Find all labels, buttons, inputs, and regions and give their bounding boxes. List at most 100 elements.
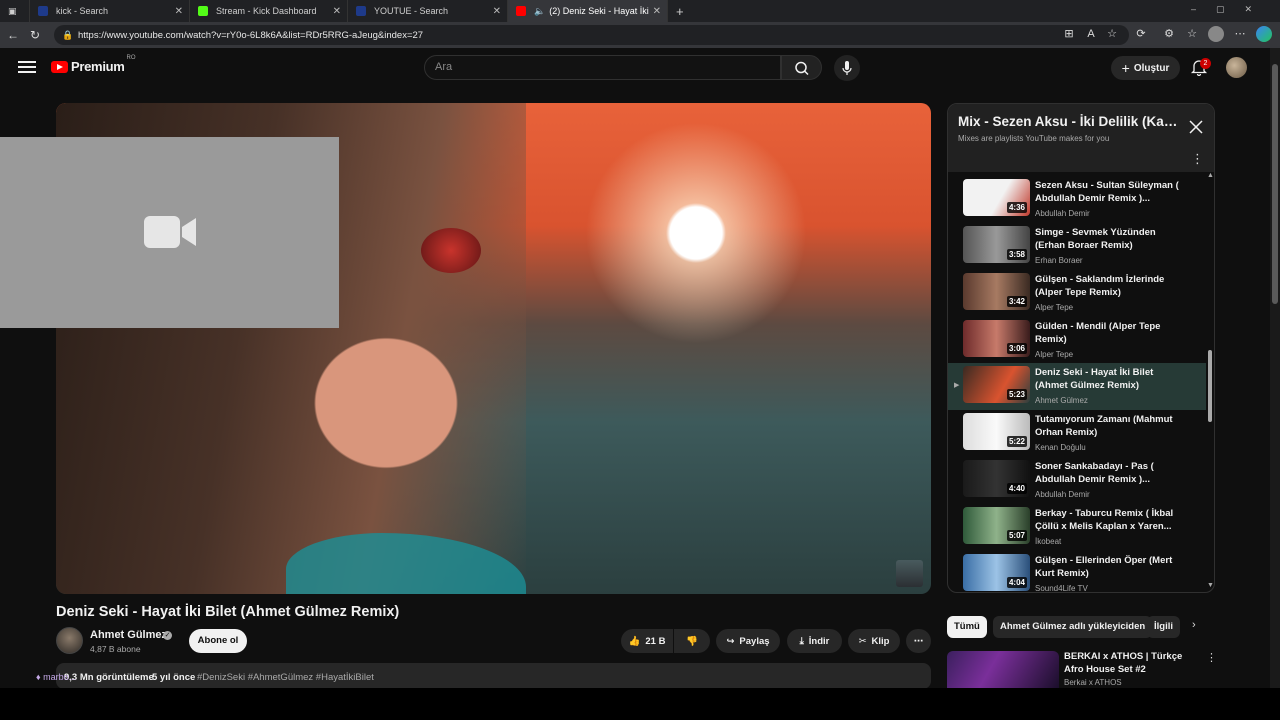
clip-label: Klip (871, 635, 890, 647)
close-tab-icon[interactable]: ✕ (493, 6, 501, 17)
playlist-item-author: Sound4Life TV (1035, 584, 1088, 593)
verified-check-icon: ✓ (163, 631, 172, 640)
playlist-item-title: Tutamıyorum Zamanı (Mahmut Orhan Remix) (1035, 414, 1173, 438)
playlist-item-title: Berkay - Taburcu Remix ( İkbal Çöllü x M… (1035, 508, 1174, 532)
read-aloud-icon[interactable]: A (1083, 26, 1099, 42)
close-tab-icon[interactable]: ✕ (175, 6, 183, 17)
scroll-down-icon[interactable]: ▼ (1207, 582, 1214, 589)
video-frame-glasses (421, 228, 481, 273)
duration-badge: 3:58 (1006, 249, 1027, 260)
duration-badge: 3:06 (1006, 343, 1027, 354)
back-arrow-icon[interactable]: ← (2, 28, 24, 42)
playlist-title[interactable]: Mix - Sezen Aksu - İki Delilik (Kadir Di… (958, 114, 1180, 129)
playlist-item[interactable]: 4:36 Sezen Aksu - Sultan Süleyman ( Abdu… (948, 176, 1206, 223)
more-horizontal-icon: ⋯ (913, 635, 924, 647)
speaker-icon[interactable]: 🔈 (534, 6, 545, 17)
youtube-logo[interactable]: Premium RO (51, 55, 136, 74)
download-button[interactable]: ⤓ İndir (787, 629, 842, 653)
share-button[interactable]: ↪ Paylaş (716, 629, 780, 653)
playlist-item[interactable]: 4:04 Gülşen - Ellerinden Öper (Mert Kurt… (948, 551, 1206, 593)
like-button[interactable]: 👍 21 B (621, 629, 673, 653)
browser-tab-1[interactable]: kick - Search ✕ (30, 0, 190, 22)
search-button[interactable] (781, 55, 822, 80)
playlist-item[interactable]: 3:42 Gülşen - Saklandım İzlerinde (Alper… (948, 270, 1206, 317)
browser-tab-2[interactable]: Stream - Kick Dashboard ✕ (190, 0, 348, 22)
video-title: Deniz Seki - Hayat İki Bilet (Ahmet Gülm… (56, 604, 400, 620)
search-favicon-icon (356, 6, 366, 16)
dislike-button[interactable]: 👎 (674, 629, 710, 653)
subscribe-button[interactable]: Abone ol (189, 629, 247, 653)
taskbar-area (0, 688, 1280, 720)
channel-watermark[interactable] (896, 560, 923, 587)
video-thumbnail: 5:22 (963, 413, 1030, 450)
chevron-right-icon[interactable]: › (1192, 619, 1206, 635)
overlay-username: marbo... (43, 672, 77, 682)
close-tab-icon[interactable]: ✕ (333, 6, 341, 17)
search-favicon-icon (38, 6, 48, 16)
playlist-item-title: Gülden - Mendil (Alper Tepe Remix) (1035, 321, 1161, 345)
playlist-item-author: İkobeat (1035, 537, 1062, 546)
duration-badge: 4:40 (1006, 483, 1027, 494)
now-playing-icon: ▶ (954, 382, 960, 389)
reload-icon[interactable]: ↻ (24, 28, 46, 42)
channel-avatar[interactable] (56, 627, 83, 654)
camera-overlay (0, 137, 339, 328)
refresh-extension-icon[interactable]: ⟳ (1133, 26, 1149, 42)
video-thumbnail: 4:36 (963, 179, 1030, 216)
new-tab-button[interactable]: + (668, 0, 692, 22)
upload-age: 5 yıl önce (152, 672, 196, 683)
recommended-title[interactable]: BERKAI x ATHOS | Türkçe Afro House Set #… (1064, 650, 1199, 676)
page-scroll-thumb[interactable] (1272, 64, 1278, 304)
extensions-icon[interactable]: ⚙ (1161, 26, 1177, 42)
playlist-item-author: Kenan Doğulu (1035, 443, 1086, 452)
playlist-item-current[interactable]: ▶ 5:23 Deniz Seki - Hayat İki Bilet (Ahm… (948, 363, 1206, 410)
copilot-icon[interactable] (1256, 26, 1272, 42)
more-vertical-icon[interactable]: ⋮ (1206, 651, 1217, 664)
playlist-item[interactable]: 3:06 Gülden - Mendil (Alper Tepe Remix) … (948, 317, 1206, 364)
close-icon[interactable] (1189, 120, 1203, 134)
more-actions-button[interactable]: ⋯ (906, 629, 931, 653)
playlist-item-author: Abdullah Demir (1035, 209, 1090, 218)
window-menu-icon[interactable]: ▣ (0, 0, 30, 22)
video-thumbnail: 5:07 (963, 507, 1030, 544)
description-box[interactable]: 9,3 Mn görüntüleme 5 yıl önce #DenizSeki… (56, 663, 931, 689)
browser-tab-4[interactable]: 🔈 (2) Deniz Seki - Hayat İki Bilet ✕ (508, 0, 668, 22)
notification-badge: 2 (1200, 58, 1211, 69)
page-scrollbar[interactable] (1270, 48, 1280, 688)
chip-uploader[interactable]: Ahmet Gülmez adlı yükleyiciden (993, 616, 1153, 638)
playlist-item-author: Abdullah Demir (1035, 490, 1090, 499)
browser-tab-3[interactable]: YOUTUE - Search ✕ (348, 0, 508, 22)
profile-avatar-icon[interactable] (1208, 26, 1224, 42)
playlist-item-author: Alper Tepe (1035, 350, 1074, 359)
account-avatar[interactable] (1226, 57, 1247, 78)
chip-related[interactable]: İlgili (1147, 616, 1180, 638)
window-controls[interactable]: –▢✕ (1191, 4, 1272, 15)
search-input[interactable]: Ara (424, 55, 781, 80)
playlist-scrollbar[interactable] (1208, 350, 1212, 422)
playlist-item[interactable]: 3:58 Simge - Sevmek Yüzünden (Erhan Bora… (948, 223, 1206, 270)
playlist-item[interactable]: 4:40 Soner Sankabadayı - Pas ( Abdullah … (948, 457, 1206, 504)
address-bar[interactable]: 🔒 https://www.youtube.com/watch?v=rY0o-6… (54, 25, 1129, 45)
playlist-item[interactable]: 5:22 Tutamıyorum Zamanı (Mahmut Orhan Re… (948, 410, 1206, 457)
recommended-author[interactable]: Berkai x ATHOS (1064, 678, 1122, 687)
playlist-subtitle: Mixes are playlists YouTube makes for yo… (958, 134, 1110, 143)
chip-all[interactable]: Tümü (947, 616, 987, 638)
hamburger-menu-icon[interactable] (18, 58, 36, 74)
scroll-up-icon[interactable]: ▲ (1207, 172, 1214, 179)
download-icon: ⤓ (799, 635, 804, 647)
collections-icon[interactable]: ☆ (1184, 26, 1200, 42)
create-button[interactable]: + Oluştur (1111, 56, 1180, 80)
more-menu-icon[interactable]: ⋯ (1232, 26, 1248, 42)
favorite-star-icon[interactable]: ☆ (1104, 26, 1120, 42)
more-vertical-icon[interactable]: ⋮ (1191, 151, 1204, 167)
playlist-item[interactable]: 5:07 Berkay - Taburcu Remix ( İkbal Çöll… (948, 504, 1206, 551)
share-arrow-icon: ↪ (726, 635, 735, 647)
clip-button[interactable]: ✂ Klip (848, 629, 900, 653)
hashtags[interactable]: #DenizSeki #AhmetGülmez #HayatİkiBilet (197, 672, 374, 683)
tab-search-icon[interactable]: ⊞ (1061, 26, 1077, 42)
playlist-item-author: Erhan Boraer (1035, 256, 1083, 265)
recommended-thumbnail[interactable] (947, 651, 1059, 689)
close-tab-icon[interactable]: ✕ (653, 6, 661, 17)
channel-name[interactable]: Ahmet Gülmez (90, 629, 167, 641)
voice-search-button[interactable] (834, 55, 860, 81)
